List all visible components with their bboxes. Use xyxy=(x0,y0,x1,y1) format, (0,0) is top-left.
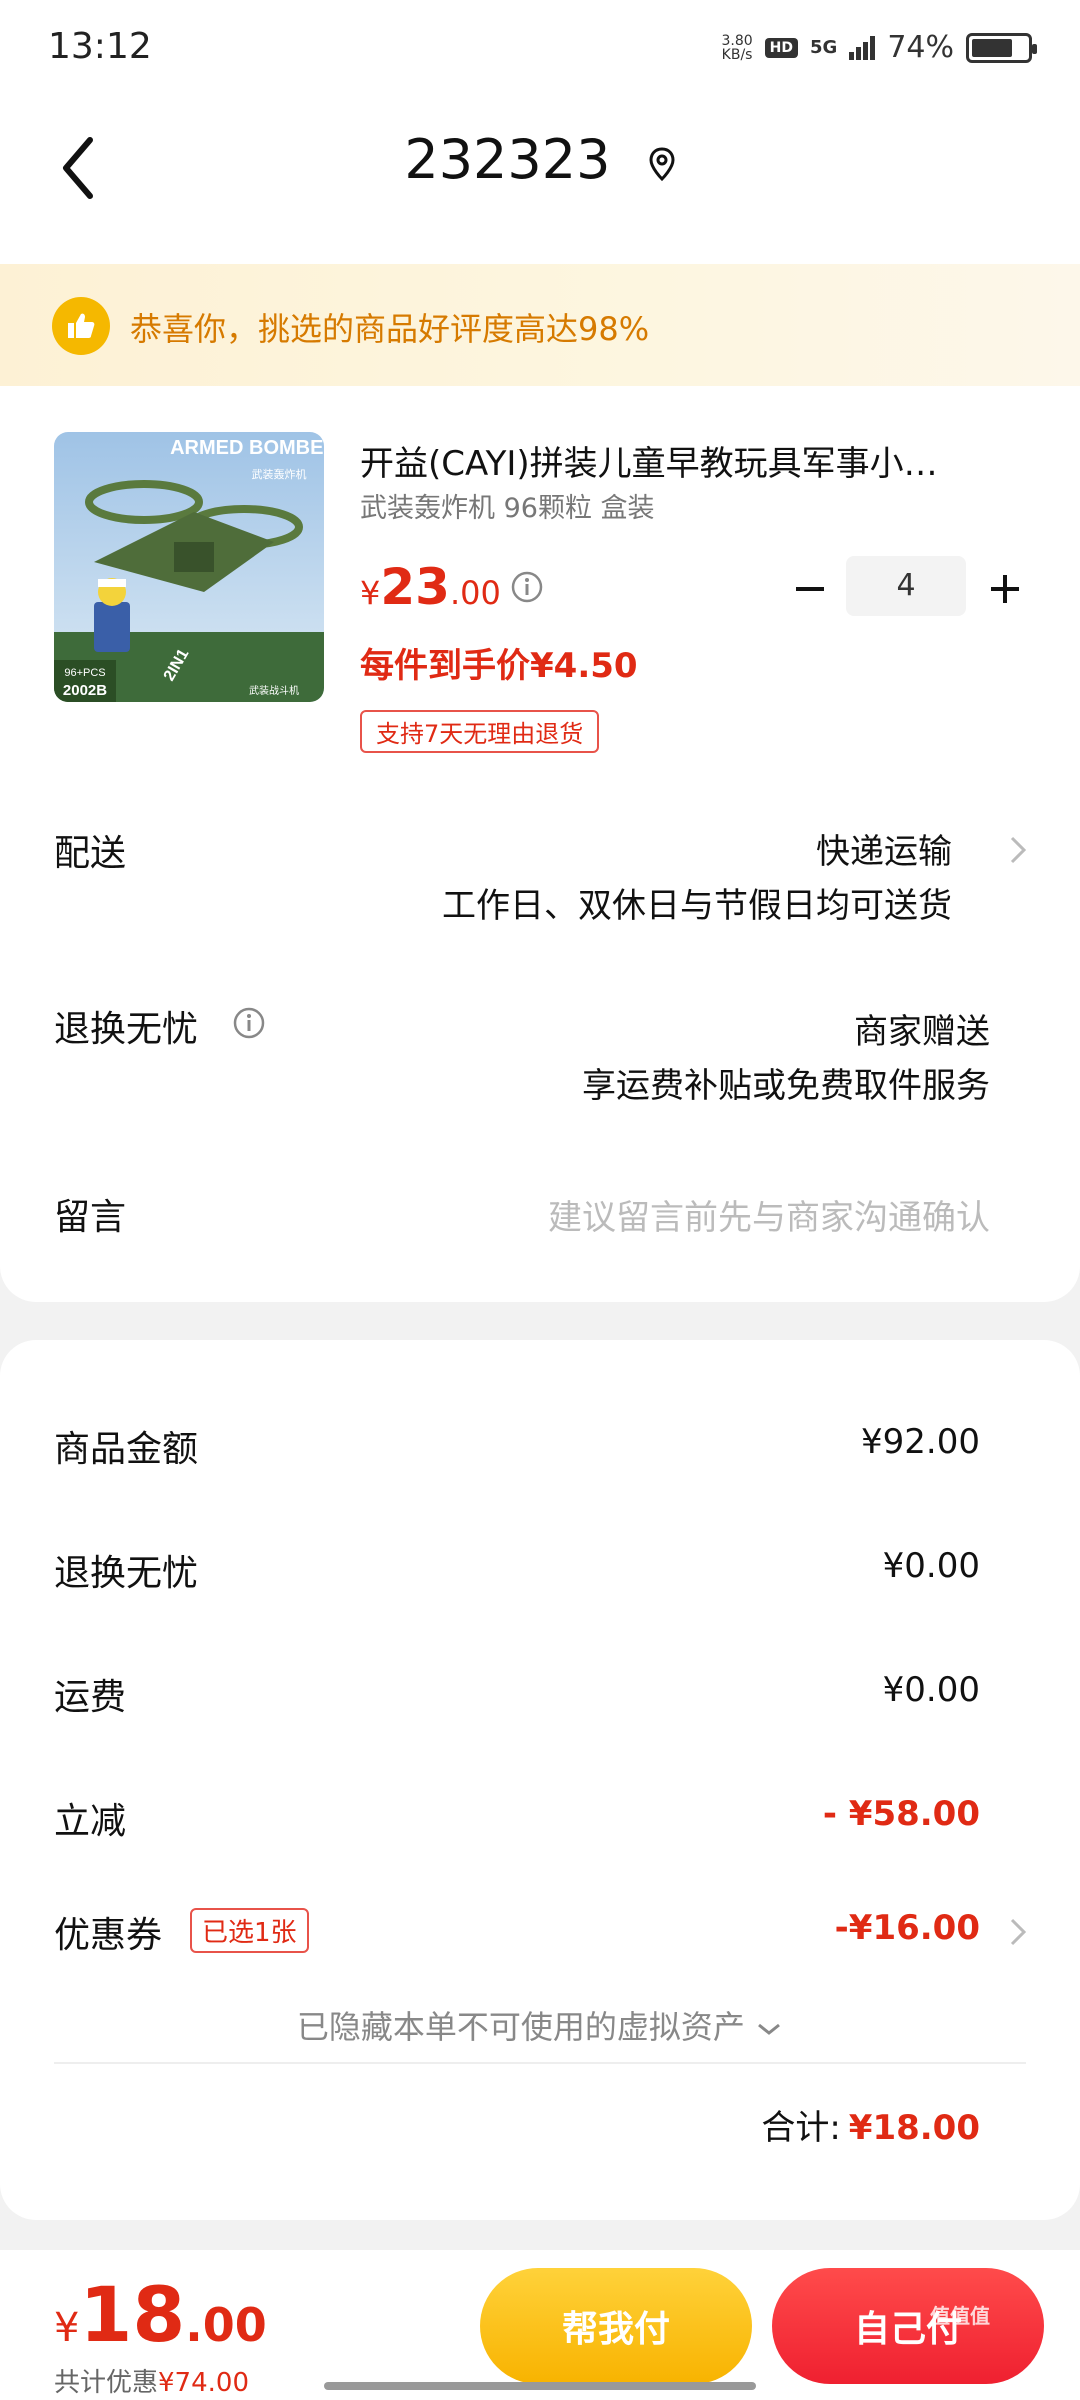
image-brand-text: ARMED BOMBER xyxy=(170,437,324,459)
price-currency: ¥ xyxy=(360,574,381,612)
help-pay-button[interactable]: 帮我付 xyxy=(480,2268,752,2384)
page-title-wrap[interactable]: 232323 xyxy=(0,128,1080,195)
net-speed-unit: KB/s xyxy=(721,46,753,63)
goods-amount-label: 商品金额 xyxy=(54,1429,199,1470)
product-image[interactable]: ARMED BOMBER 武装轰炸机 96+PCS 2002B 2IN1 武装战… xyxy=(54,432,324,702)
price-integer: 23 xyxy=(380,558,450,616)
hidden-assets-toggle[interactable]: 已隐藏本单不可使用的虚拟资产 xyxy=(0,2002,1080,2048)
worry-free-info-icon[interactable] xyxy=(232,1006,266,1044)
discount-value: - ¥58.00 xyxy=(822,1794,980,1834)
chevron-right-icon xyxy=(1010,1918,1027,1946)
status-bar: 13:12 3.80 KB/s HD 5G 74% xyxy=(0,0,1080,100)
unit-price: 每件到手价¥4.50 xyxy=(360,646,638,686)
thumbs-up-icon xyxy=(52,297,110,355)
goods-amount-value: ¥92.00 xyxy=(861,1422,980,1462)
status-time: 13:12 xyxy=(48,26,152,67)
message-label: 留言 xyxy=(54,1197,127,1238)
quantity-input[interactable]: 4 xyxy=(846,556,966,616)
discount-label: 立减 xyxy=(54,1801,127,1842)
chevron-down-icon xyxy=(758,2023,781,2035)
network-type: 5G xyxy=(810,37,838,58)
praise-banner: 恭喜你，挑选的商品好评度高达98% xyxy=(0,264,1080,386)
price-summary-card: 商品金额 ¥92.00 退换无忧 ¥0.00 运费 ¥0.00 立减 - ¥58… xyxy=(0,1340,1080,2220)
worry-free-sub: 享运费补贴或免费取件服务 xyxy=(582,1066,990,1106)
pay-currency: ¥ xyxy=(54,2305,80,2351)
delivery-sub: 工作日、双休日与节假日均可送货 xyxy=(442,886,952,926)
battery-icon xyxy=(966,32,1037,63)
info-icon[interactable] xyxy=(510,570,544,608)
total-saved: 共计优惠¥74.00 xyxy=(54,2362,249,2399)
watermark-logo: 值值值 xyxy=(930,2304,990,2328)
banner-text: 恭喜你，挑选的商品好评度高达98% xyxy=(130,310,650,348)
product-price: ¥23.00 xyxy=(360,558,501,616)
saved-value: ¥74.00 xyxy=(158,2368,249,2398)
minus-icon xyxy=(796,587,824,591)
worry-free-fee-label: 退换无忧 xyxy=(54,1553,199,1594)
plus-icon xyxy=(991,575,1019,603)
total-value: ¥18.00 xyxy=(848,2108,980,2148)
hd-icon: HD xyxy=(764,37,798,58)
quantity-decrease-button[interactable] xyxy=(785,564,835,614)
price-decimal: .00 xyxy=(449,574,501,612)
coupon-selected-badge: 已选1张 xyxy=(190,1908,309,1953)
battery-percent: 74% xyxy=(887,30,954,65)
quantity-increase-button[interactable] xyxy=(980,564,1030,614)
worry-free-label: 退换无忧 xyxy=(54,1009,199,1050)
checkout-bar: ¥18.00 共计优惠¥74.00 帮我付 自己付 xyxy=(0,2250,1080,2400)
product-name[interactable]: 开益(CAYI)拼装儿童早教玩具军事小… xyxy=(360,436,1030,485)
pay-decimal: .00 xyxy=(185,2298,267,2352)
coupon-label: 优惠券 xyxy=(54,1915,163,1956)
delivery-label: 配送 xyxy=(54,833,127,874)
order-detail-card: ARMED BOMBER 武装轰炸机 96+PCS 2002B 2IN1 武装战… xyxy=(0,386,1080,1302)
worry-free-fee-value: ¥0.00 xyxy=(882,1546,980,1586)
signal-icon xyxy=(849,35,876,60)
image-bottom-text: 武装战斗机 xyxy=(249,684,299,697)
home-indicator[interactable] xyxy=(324,2382,756,2390)
return-policy-badge: 支持7天无理由退货 xyxy=(360,710,600,753)
product-spec: 武装轰炸机 96颗粒 盒装 xyxy=(360,493,655,524)
pay-amount: ¥18.00 xyxy=(54,2270,267,2359)
message-input[interactable]: 建议留言前先与商家沟通确认 xyxy=(548,1190,990,1239)
image-cn-text: 武装轰炸机 xyxy=(252,467,307,481)
page-header: 232323 xyxy=(0,100,1080,264)
chevron-right-icon xyxy=(1010,836,1027,864)
network-speed: 3.80 KB/s xyxy=(721,34,752,62)
shipping-value: ¥0.00 xyxy=(882,1670,980,1710)
worry-free-value: 商家赠送 xyxy=(854,1012,990,1052)
divider xyxy=(54,2062,1026,2064)
net-speed-value: 3.80 xyxy=(721,32,753,49)
saved-label: 共计优惠 xyxy=(54,2368,159,2398)
total-label: 合计: xyxy=(761,2108,841,2148)
self-pay-button[interactable]: 自己付 xyxy=(772,2268,1044,2384)
hidden-assets-text: 已隐藏本单不可使用的虚拟资产 xyxy=(296,2008,745,2046)
page-title: 232323 xyxy=(404,128,611,191)
coupon-value: -¥16.00 xyxy=(834,1908,980,1948)
location-pin-icon xyxy=(648,132,676,195)
delivery-value[interactable]: 快递运输 xyxy=(816,824,952,873)
status-icons: 3.80 KB/s HD 5G 74% xyxy=(721,30,1037,65)
image-code-badge: 2002B xyxy=(63,682,107,699)
image-pcs-badge: 96+PCS xyxy=(64,667,105,679)
pay-integer: 18 xyxy=(79,2270,186,2359)
shipping-label: 运费 xyxy=(54,1677,127,1718)
total-row: 合计: ¥18.00 xyxy=(761,2100,980,2149)
